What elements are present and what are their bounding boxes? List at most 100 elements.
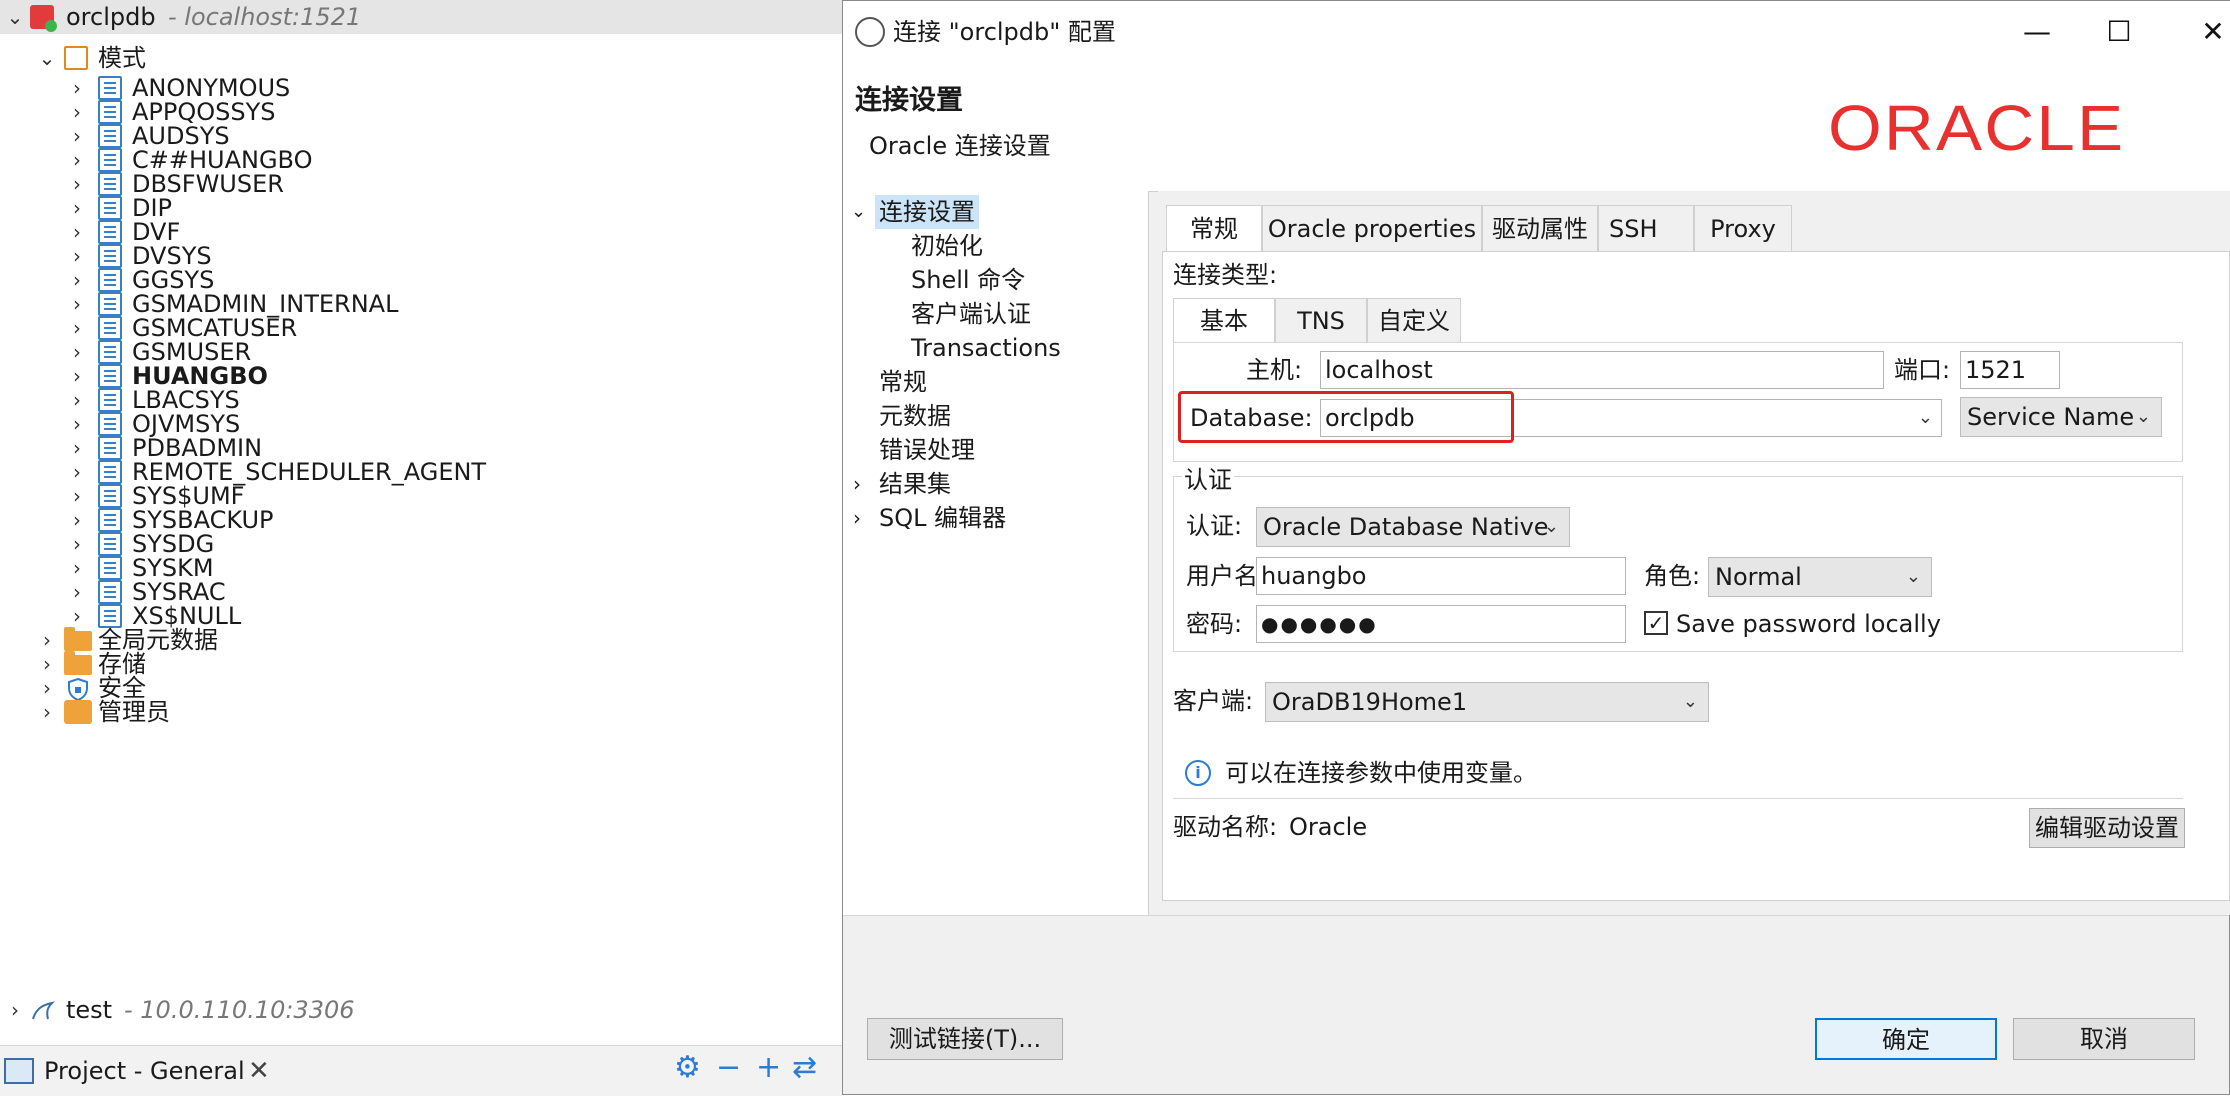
close-button[interactable]: ✕	[2167, 1, 2230, 63]
save-password-label: Save password locally	[1676, 610, 1941, 638]
info-icon: i	[1185, 760, 1211, 786]
link-icon[interactable]: ⇄	[792, 1050, 817, 1085]
basic-connection-panel: 主机: localhost 端口: 1521 Database: orclpdb…	[1173, 342, 2183, 462]
tree-connection-test[interactable]: › test - 10.0.110.10:3306	[0, 993, 842, 1027]
service-type-select[interactable]: Service Name ⌄	[1960, 397, 2162, 437]
project-icon	[4, 1058, 34, 1084]
plus-icon[interactable]: +	[756, 1050, 781, 1085]
auth-group-title: 认证	[1182, 463, 1234, 497]
close-icon[interactable]: ✕	[248, 1054, 270, 1088]
host-label: 主机:	[1246, 356, 1303, 384]
settings-menu: ⌄ 连接设置 初始化 Shell 命令 客户端认证 Transactions 常…	[843, 191, 1149, 915]
menu-item-transactions[interactable]: Transactions	[911, 331, 1061, 365]
tree-admin[interactable]: › 管理员	[0, 695, 842, 729]
chevron-down-icon[interactable]: ⌄	[0, 0, 30, 34]
chevron-right-icon[interactable]: ›	[853, 501, 861, 535]
menu-item-shell[interactable]: Shell 命令	[911, 263, 1025, 297]
client-value: OraDB19Home1	[1272, 688, 1468, 716]
chevron-right-icon[interactable]: ›	[853, 467, 861, 501]
edit-driver-button[interactable]: 编辑驱动设置	[2029, 808, 2185, 848]
chevron-down-icon[interactable]: ⌄	[851, 195, 866, 229]
subtab-tns[interactable]: TNS	[1275, 298, 1367, 342]
chevron-down-icon[interactable]: ⌄	[1918, 400, 1933, 436]
chevron-down-icon: ⌄	[2135, 406, 2151, 427]
tree-folder-schemas[interactable]: ⌄ 模式	[0, 41, 842, 75]
service-type-value: Service Name	[1967, 403, 2135, 431]
role-select[interactable]: Normal ⌄	[1708, 557, 1932, 597]
password-label: 密码:	[1186, 610, 1243, 638]
settings-content: 常规 Oracle properties 驱动属性 SSH Proxy 连接类型…	[1158, 191, 2230, 915]
menu-item-init[interactable]: 初始化	[911, 229, 983, 263]
chevron-down-icon: ⌄	[1682, 691, 1698, 712]
connection-host: - 10.0.110.10:3306	[124, 996, 355, 1024]
dialog-titlebar: 连接 "orclpdb" 配置 — ☐ ✕	[843, 1, 2230, 63]
general-tab-body: 连接类型: 基本 TNS 自定义 主机: localhost 端口: 1521 …	[1162, 251, 2230, 901]
chevron-down-icon: ⌄	[1905, 566, 1921, 587]
chevron-down-icon[interactable]: ⌄	[32, 41, 62, 75]
admin-folder-icon	[64, 700, 92, 724]
dialog-header: 连接设置 Oracle 连接设置 ORACLE	[843, 63, 2230, 192]
tab-driver-properties[interactable]: 驱动属性	[1482, 205, 1598, 251]
auth-select[interactable]: Oracle Database Native ⌄	[1256, 507, 1570, 547]
tree-connection-orclpdb[interactable]: ⌄ orclpdb - localhost:1521	[0, 0, 842, 34]
client-select[interactable]: OraDB19Home1 ⌄	[1265, 682, 1709, 722]
oracle-logo: ORACLE	[1828, 92, 2126, 164]
database-navigator: ⌄ orclpdb - localhost:1521 ⌄ 模式 › ANONYMO…	[0, 0, 842, 1045]
role-label: 角色:	[1644, 562, 1701, 590]
menu-item-sql-editor[interactable]: SQL 编辑器	[879, 501, 1006, 535]
save-password-checkbox[interactable]: ✓	[1644, 611, 1668, 635]
connection-host: - localhost:1521	[168, 3, 362, 31]
schemas-folder-icon	[64, 46, 88, 70]
role-value: Normal	[1715, 563, 1802, 591]
username-label: 用户名:	[1186, 562, 1267, 590]
footer-divider	[843, 915, 2229, 916]
connection-config-dialog: 连接 "orclpdb" 配置 — ☐ ✕ 连接设置 Oracle 连接设置 O…	[842, 0, 2230, 1095]
port-label: 端口:	[1894, 356, 1951, 384]
port-input[interactable]: 1521	[1960, 351, 2060, 389]
maximize-button[interactable]: ☐	[2073, 1, 2165, 63]
driver-value: Oracle	[1289, 813, 1368, 841]
menu-item-error-handling[interactable]: 错误处理	[879, 433, 975, 467]
minimize-button[interactable]: —	[1991, 1, 2083, 63]
tab-proxy[interactable]: Proxy	[1694, 205, 1792, 251]
test-connection-button[interactable]: 测试链接(T)...	[867, 1018, 1063, 1060]
page-title: 连接设置	[855, 85, 963, 116]
page-subtitle: Oracle 连接设置	[869, 132, 1051, 160]
gear-icon[interactable]: ⚙	[674, 1050, 701, 1085]
menu-item-client-auth[interactable]: 客户端认证	[911, 297, 1031, 331]
dialog-title: 连接 "orclpdb" 配置	[893, 18, 1116, 46]
auth-group: 认证 认证: Oracle Database Native ⌄ 用户名: hua…	[1173, 463, 2183, 652]
app-icon	[855, 17, 885, 47]
collapse-icon[interactable]: −	[716, 1050, 741, 1085]
connection-type-label: 连接类型:	[1173, 261, 1278, 289]
info-text: 可以在连接参数中使用变量。	[1225, 759, 1537, 787]
schemas-folder-label: 模式	[98, 44, 146, 72]
tab-oracle-properties[interactable]: Oracle properties	[1262, 205, 1482, 251]
oracle-connection-icon	[30, 5, 57, 32]
connection-name: orclpdb	[66, 3, 156, 31]
tab-ssh[interactable]: SSH	[1598, 205, 1694, 251]
menu-item-metadata[interactable]: 元数据	[879, 399, 951, 433]
menu-item-connection-settings[interactable]: 连接设置	[875, 195, 979, 229]
menu-item-general[interactable]: 常规	[879, 365, 927, 399]
chevron-right-icon[interactable]: ›	[0, 993, 30, 1027]
subtab-custom[interactable]: 自定义	[1367, 298, 1461, 342]
chevron-down-icon: ⌄	[1543, 516, 1559, 537]
password-input[interactable]: ●●●●●●	[1256, 605, 1626, 643]
host-input[interactable]: localhost	[1320, 351, 1884, 389]
menu-item-resultset[interactable]: 结果集	[879, 467, 951, 501]
cancel-button[interactable]: 取消	[2013, 1018, 2195, 1060]
highlight-box	[1178, 391, 1514, 443]
driver-label: 驱动名称:	[1173, 813, 1278, 841]
chevron-right-icon[interactable]: ›	[32, 695, 62, 729]
auth-value: Oracle Database Native	[1263, 513, 1549, 541]
username-input[interactable]: huangbo	[1256, 557, 1626, 595]
connection-name: test	[66, 996, 113, 1024]
tab-general[interactable]: 常规	[1166, 205, 1262, 251]
divider	[1173, 798, 2183, 799]
ok-button[interactable]: 确定	[1815, 1018, 1997, 1060]
client-label: 客户端:	[1173, 687, 1254, 715]
subtab-basic[interactable]: 基本	[1173, 298, 1275, 342]
project-panel-title[interactable]: Project - General	[44, 1054, 245, 1088]
project-panel-bar: Project - General ✕ ⚙ − + ⇄	[0, 1045, 842, 1096]
